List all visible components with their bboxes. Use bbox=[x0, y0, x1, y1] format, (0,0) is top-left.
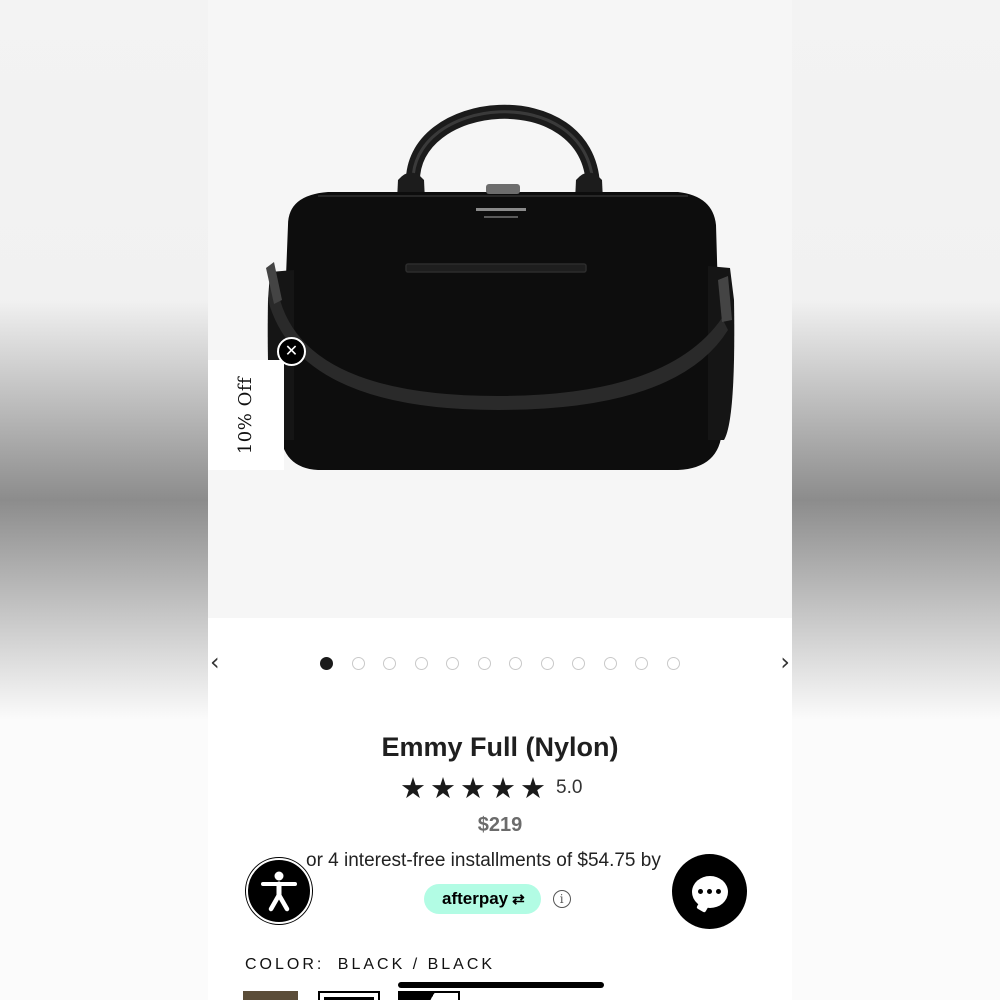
chat-bubble bbox=[691, 875, 728, 908]
star-icon: ★ bbox=[520, 771, 546, 805]
afterpay-label: afterpay bbox=[442, 889, 509, 908]
color-swatch-black[interactable] bbox=[318, 991, 380, 1000]
rating-stars: ★ ★ ★ ★ ★ bbox=[400, 772, 550, 804]
accessibility-icon[interactable] bbox=[246, 858, 312, 924]
carousel-dot[interactable] bbox=[414, 657, 428, 670]
color-value: BLACK / BLACK bbox=[337, 956, 496, 973]
carousel-dot[interactable] bbox=[383, 657, 396, 670]
chevron-right-icon[interactable]: › bbox=[780, 650, 790, 674]
afterpay-row: afterpay ⇄ i bbox=[424, 884, 571, 914]
installments-text: or 4 interest-free installments of $54.7… bbox=[306, 850, 661, 871]
close-icon[interactable]: ✕ bbox=[277, 337, 306, 366]
discount-label: 10% Off bbox=[235, 376, 257, 454]
rating-value: 5.0 bbox=[556, 777, 583, 798]
phone-screen: 10% Off ✕ ‹ › Emmy Full (Nylon) ★ ★ ★ ★ ★ 5.… bbox=[208, 0, 792, 1000]
product-image[interactable]: 10% Off ✕ bbox=[208, 0, 792, 618]
backdrop-left bbox=[0, 0, 208, 1000]
star-icon: ★ bbox=[400, 771, 426, 805]
carousel-dots bbox=[320, 657, 680, 670]
carousel-dot[interactable] bbox=[666, 657, 680, 670]
carousel-dot[interactable] bbox=[635, 657, 648, 670]
star-icon: ★ bbox=[430, 771, 456, 805]
product-rating[interactable]: ★ ★ ★ ★ ★ 5.0 bbox=[400, 772, 582, 804]
accessibility-figure bbox=[261, 871, 297, 912]
carousel-dot[interactable] bbox=[351, 657, 365, 670]
afterpay-logo[interactable]: afterpay ⇄ bbox=[424, 884, 541, 914]
home-indicator bbox=[398, 982, 604, 988]
color-swatch-brown[interactable] bbox=[243, 991, 298, 1000]
carousel-dot[interactable] bbox=[446, 657, 459, 670]
info-icon[interactable]: i bbox=[552, 890, 571, 908]
afterpay-arrows-icon: ⇄ bbox=[512, 891, 525, 908]
backdrop-right bbox=[792, 0, 1000, 1000]
chat-icon[interactable] bbox=[672, 854, 747, 929]
color-label: COLOR: bbox=[245, 956, 325, 973]
discount-tab[interactable]: 10% Off bbox=[208, 360, 284, 470]
image-carousel-nav: ‹ › bbox=[208, 648, 792, 678]
carousel-dot[interactable] bbox=[320, 657, 333, 670]
carousel-dot[interactable] bbox=[603, 657, 617, 670]
star-icon: ★ bbox=[460, 771, 486, 805]
star-icon: ★ bbox=[490, 771, 516, 805]
carousel-dot[interactable] bbox=[509, 657, 522, 670]
product-title: Emmy Full (Nylon) bbox=[381, 732, 619, 762]
color-selector-label: COLOR: BLACK / BLACK bbox=[245, 956, 495, 974]
product-price: $219 bbox=[477, 814, 523, 836]
color-swatch-black-white[interactable] bbox=[398, 991, 460, 1000]
duffel-bag-image bbox=[266, 104, 735, 470]
carousel-dot[interactable] bbox=[540, 657, 554, 670]
carousel-dot[interactable] bbox=[477, 657, 491, 670]
chevron-left-icon[interactable]: ‹ bbox=[210, 650, 220, 674]
carousel-dot[interactable] bbox=[572, 657, 585, 670]
